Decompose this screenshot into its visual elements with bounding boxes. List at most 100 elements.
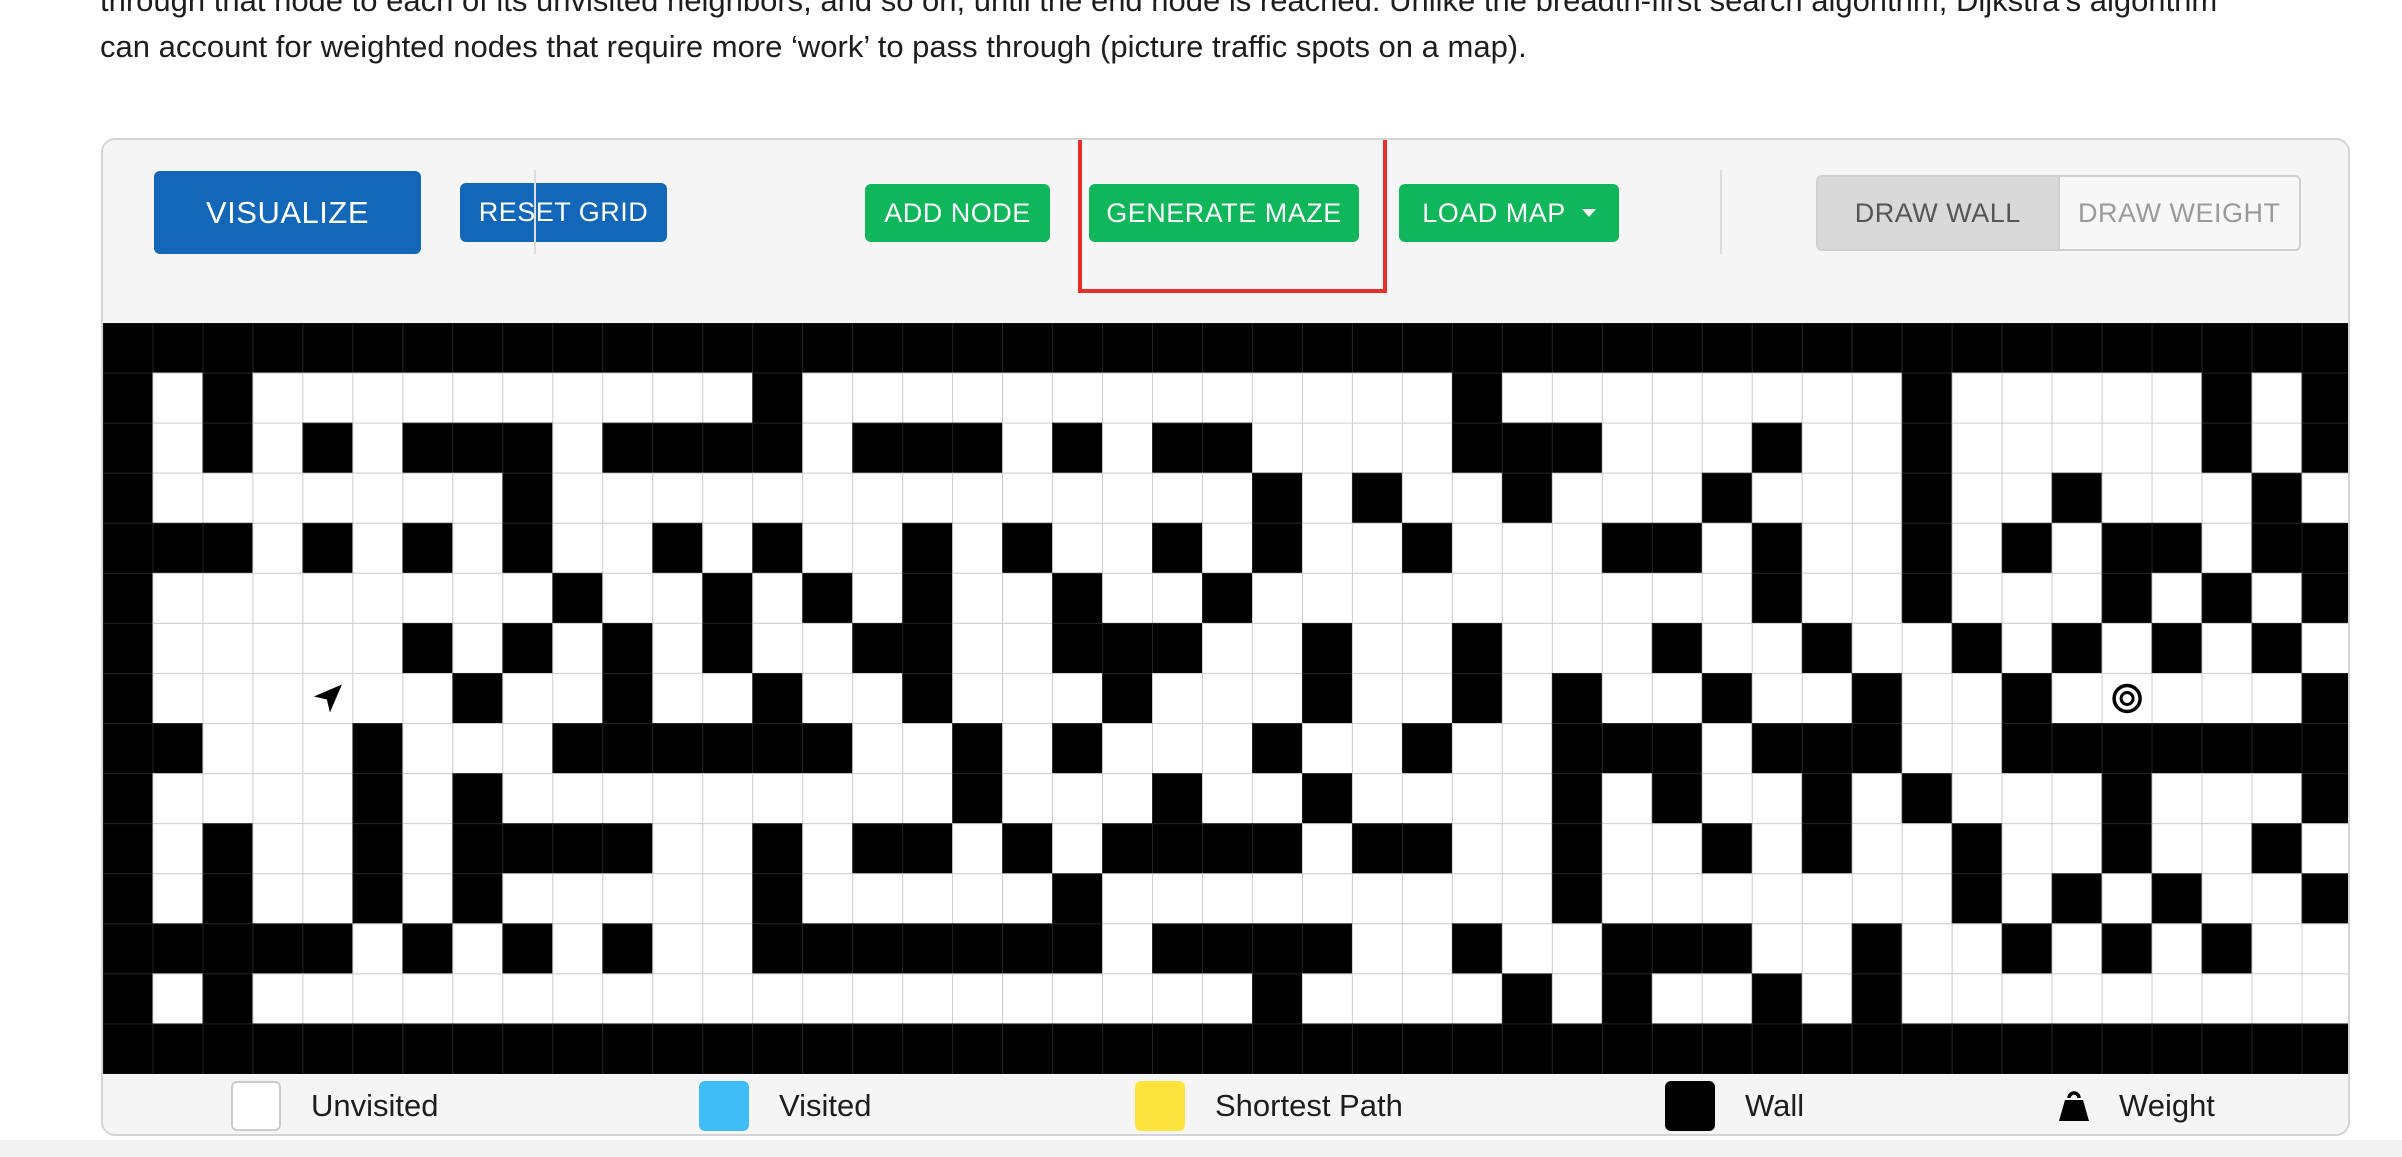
grid-cell[interactable]: [1701, 973, 1753, 1025]
grid-cell[interactable]: [202, 672, 254, 725]
wall-cell[interactable]: [1601, 723, 1653, 775]
grid-cell[interactable]: [302, 622, 354, 674]
wall-cell[interactable]: [852, 622, 904, 674]
grid-cell[interactable]: [1501, 923, 1553, 975]
pathfinding-grid[interactable]: [103, 323, 2350, 1074]
wall-cell[interactable]: [352, 723, 404, 775]
wall-cell[interactable]: [702, 622, 754, 674]
wall-cell[interactable]: [1701, 823, 1753, 875]
wall-cell[interactable]: [1002, 1023, 1054, 1074]
wall-cell[interactable]: [1651, 723, 1703, 775]
wall-cell[interactable]: [1202, 923, 1253, 975]
grid-cell[interactable]: [1401, 472, 1453, 524]
draw-weight-button[interactable]: DRAW WEIGHT: [2059, 177, 2299, 249]
grid-cell[interactable]: [652, 622, 704, 674]
grid-cell[interactable]: [852, 973, 904, 1025]
wall-cell[interactable]: [1801, 823, 1853, 875]
grid-cell[interactable]: [252, 572, 304, 624]
wall-cell[interactable]: [1751, 723, 1803, 775]
wall-cell[interactable]: [552, 572, 604, 624]
wall-cell[interactable]: [2301, 1023, 2350, 1074]
grid-cell[interactable]: [552, 372, 604, 424]
wall-cell[interactable]: [1851, 973, 1903, 1025]
grid-cell[interactable]: [2301, 472, 2350, 524]
wall-cell[interactable]: [202, 973, 254, 1025]
wall-cell[interactable]: [502, 923, 554, 975]
grid-cell[interactable]: [652, 923, 704, 975]
wall-cell[interactable]: [502, 1023, 554, 1074]
grid-cell[interactable]: [502, 773, 554, 825]
grid-cell[interactable]: [952, 522, 1004, 574]
wall-cell[interactable]: [1701, 923, 1753, 975]
grid-cell[interactable]: [852, 572, 904, 624]
grid-cell[interactable]: [2251, 372, 2303, 424]
grid-cell[interactable]: [1701, 372, 1753, 424]
wall-cell[interactable]: [1052, 723, 1104, 775]
grid-cell[interactable]: [1751, 472, 1803, 524]
wall-cell[interactable]: [702, 1023, 754, 1074]
grid-cell[interactable]: [1451, 823, 1503, 875]
wall-cell[interactable]: [2001, 923, 2053, 975]
wall-cell[interactable]: [103, 323, 154, 374]
wall-cell[interactable]: [152, 723, 204, 775]
grid-cell[interactable]: [1251, 372, 1303, 424]
grid-cell[interactable]: [1351, 873, 1403, 925]
grid-cell[interactable]: [1501, 572, 1553, 624]
grid-cell[interactable]: [1002, 472, 1054, 524]
wall-cell[interactable]: [2301, 723, 2350, 775]
grid-cell[interactable]: [1401, 672, 1453, 725]
grid-cell[interactable]: [652, 572, 704, 624]
grid-cell[interactable]: [552, 873, 604, 925]
wall-cell[interactable]: [103, 923, 154, 975]
grid-cell[interactable]: [802, 472, 854, 524]
wall-cell[interactable]: [1901, 422, 1953, 474]
wall-cell[interactable]: [1002, 923, 1054, 975]
wall-cell[interactable]: [902, 923, 954, 975]
grid-cell[interactable]: [1601, 823, 1653, 875]
wall-cell[interactable]: [852, 323, 904, 374]
wall-cell[interactable]: [1751, 572, 1803, 624]
grid-cell[interactable]: [1401, 873, 1453, 925]
wall-cell[interactable]: [1901, 773, 1953, 825]
grid-cell[interactable]: [1202, 622, 1253, 674]
generate-maze-button[interactable]: GENERATE MAZE: [1089, 184, 1359, 242]
wall-cell[interactable]: [2301, 323, 2350, 374]
wall-cell[interactable]: [752, 522, 804, 574]
wall-cell[interactable]: [2101, 1023, 2153, 1074]
wall-cell[interactable]: [1301, 773, 1353, 825]
wall-cell[interactable]: [1901, 372, 1953, 424]
grid-cell[interactable]: [952, 622, 1004, 674]
wall-cell[interactable]: [1801, 773, 1853, 825]
grid-cell[interactable]: [1401, 572, 1453, 624]
grid-cell[interactable]: [1751, 923, 1803, 975]
grid-cell[interactable]: [1102, 973, 1154, 1025]
grid-cell[interactable]: [852, 672, 904, 725]
grid-cell[interactable]: [702, 873, 754, 925]
wall-cell[interactable]: [152, 1023, 204, 1074]
grid-cell[interactable]: [1102, 923, 1154, 975]
wall-cell[interactable]: [2201, 422, 2253, 474]
grid-cell[interactable]: [2051, 823, 2103, 875]
grid-cell[interactable]: [552, 622, 604, 674]
wall-cell[interactable]: [352, 873, 404, 925]
wall-cell[interactable]: [1551, 323, 1603, 374]
grid-cell[interactable]: [1351, 522, 1403, 574]
grid-cell[interactable]: [252, 973, 304, 1025]
grid-cell[interactable]: [352, 973, 404, 1025]
grid-cell[interactable]: [302, 572, 354, 624]
wall-cell[interactable]: [802, 323, 854, 374]
grid-cell[interactable]: [1052, 973, 1104, 1025]
wall-cell[interactable]: [1701, 323, 1753, 374]
wall-cell[interactable]: [103, 973, 154, 1025]
grid-cell[interactable]: [1401, 422, 1453, 474]
grid-cell[interactable]: [152, 422, 204, 474]
grid-svg[interactable]: [103, 323, 2350, 1074]
wall-cell[interactable]: [1801, 1023, 1853, 1074]
visualize-button[interactable]: VISUALIZE: [154, 171, 421, 254]
grid-cell[interactable]: [902, 372, 954, 424]
wall-cell[interactable]: [1202, 422, 1253, 474]
wall-cell[interactable]: [1451, 323, 1503, 374]
wall-cell[interactable]: [952, 1023, 1004, 1074]
grid-cell[interactable]: [1501, 672, 1553, 725]
grid-cell[interactable]: [352, 672, 404, 725]
